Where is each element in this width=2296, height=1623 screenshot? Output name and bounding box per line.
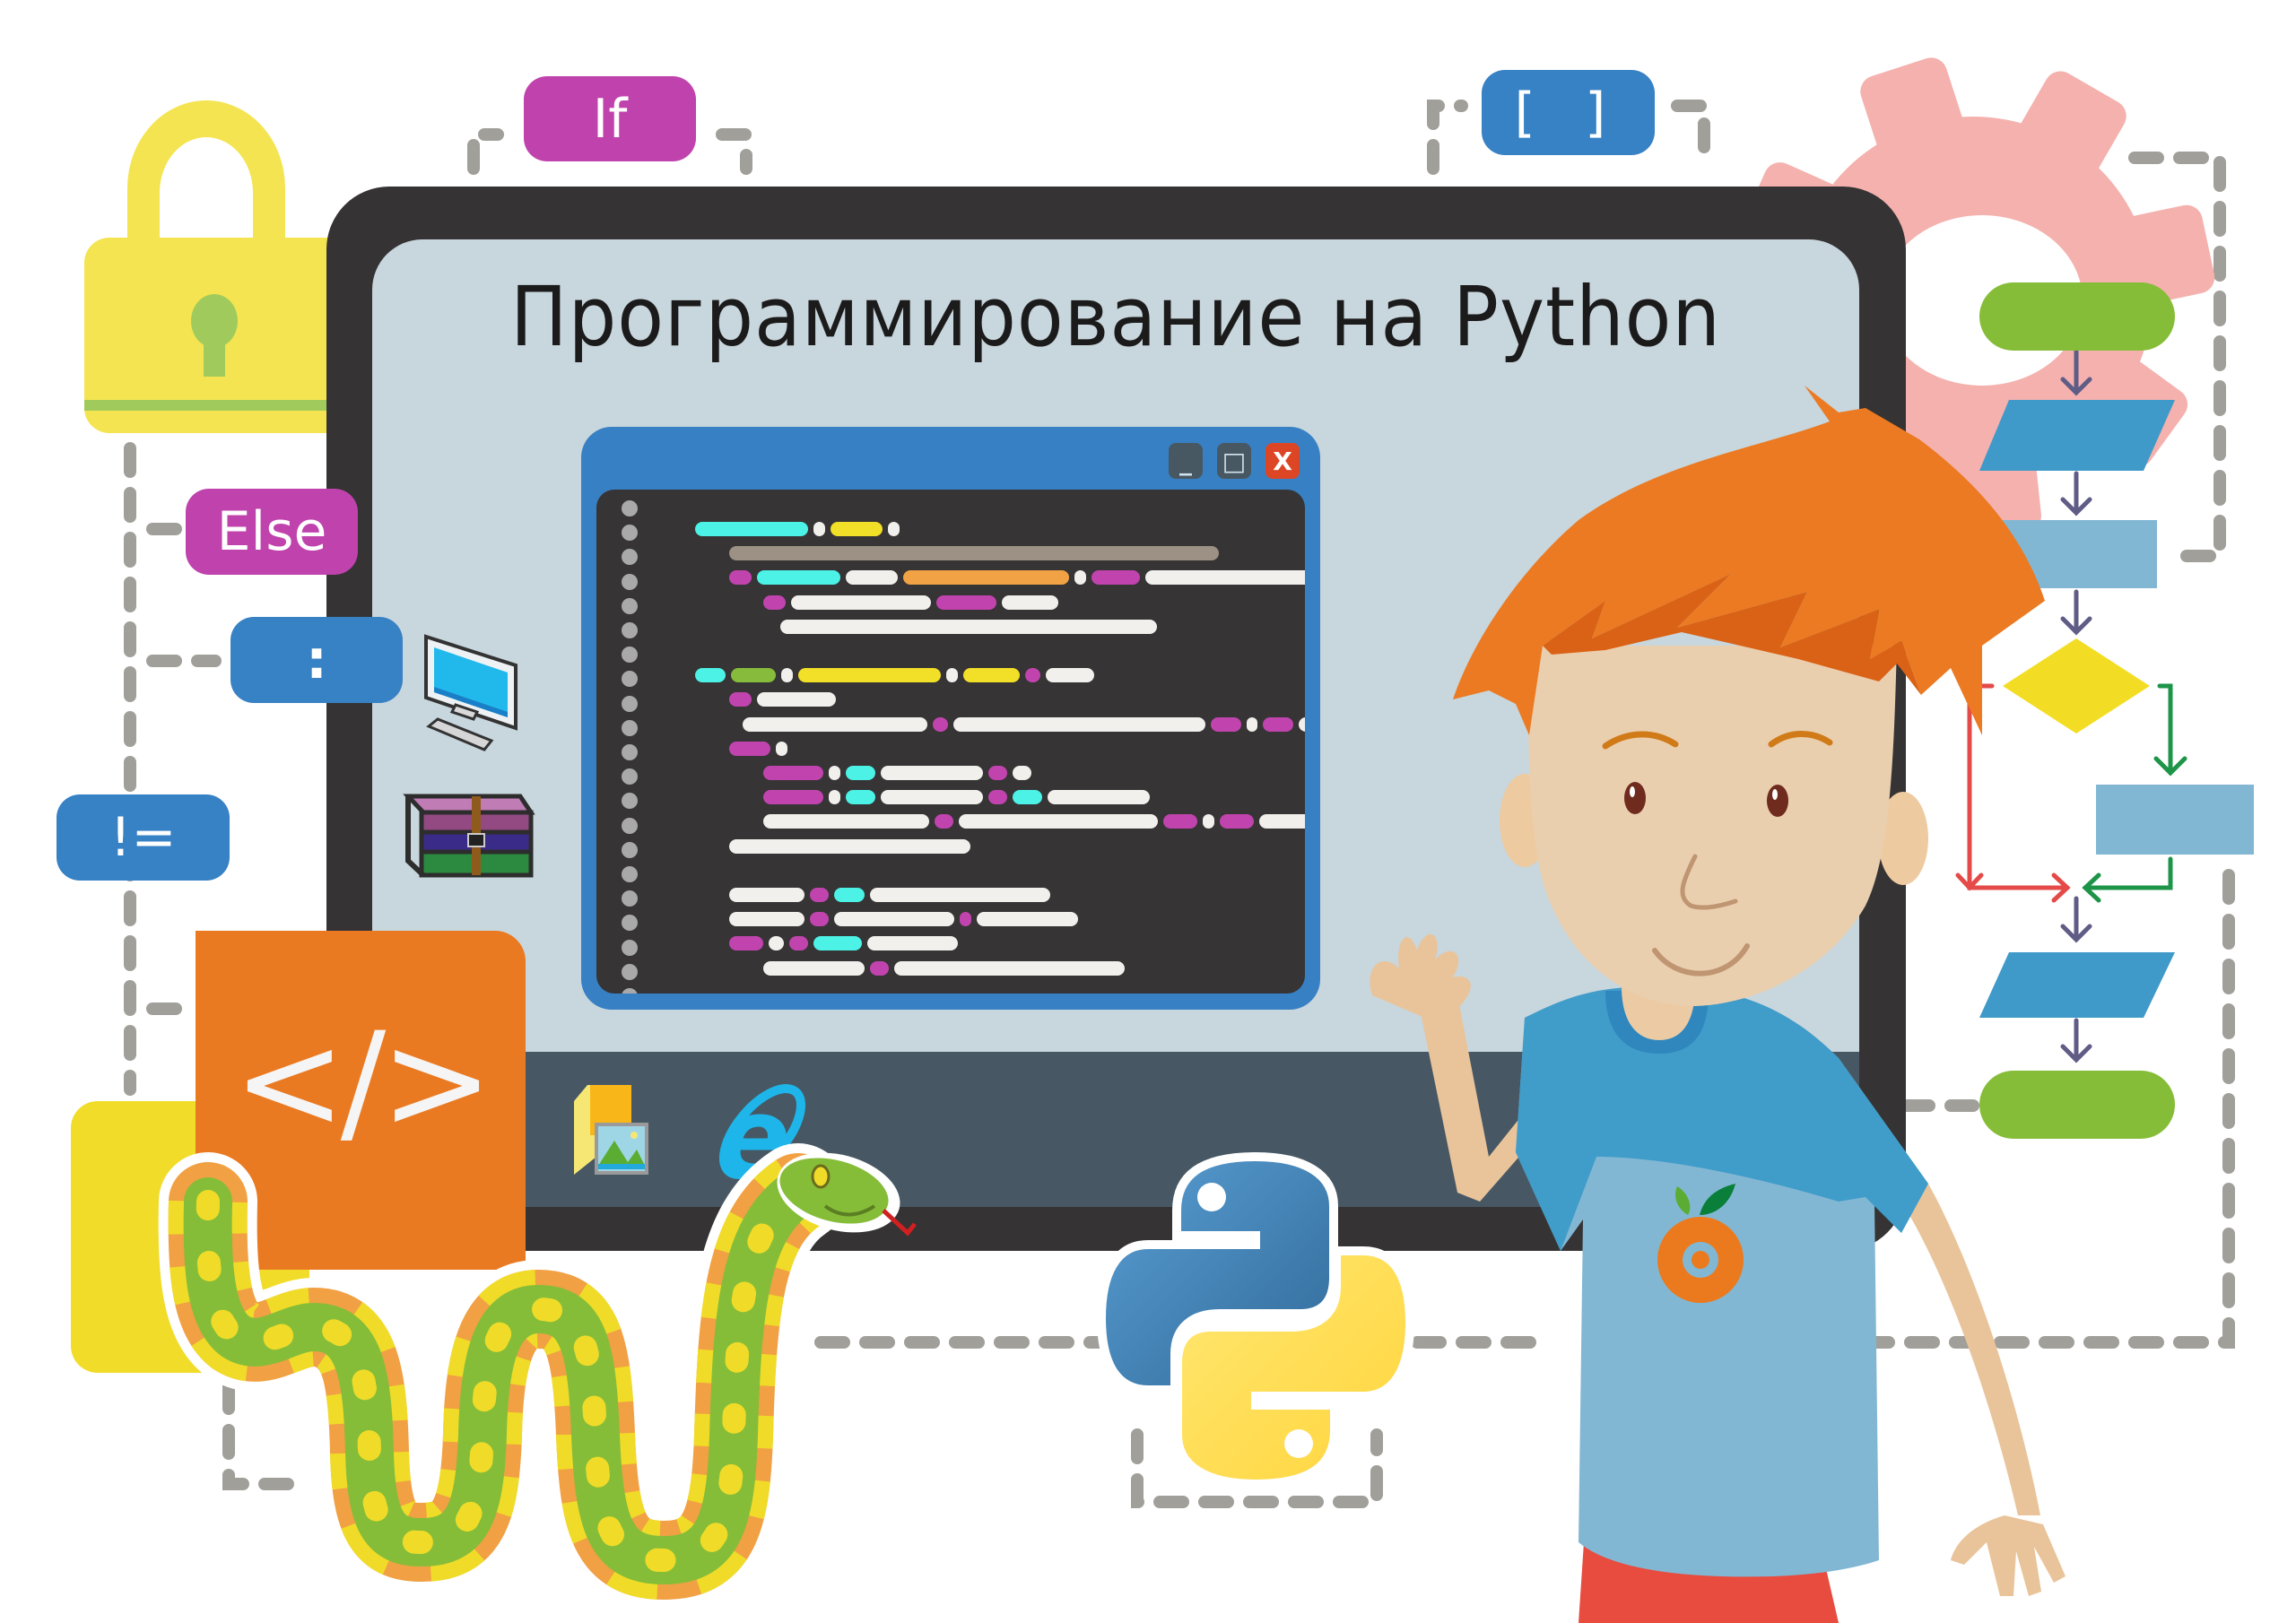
boy-character — [1370, 386, 2066, 1623]
